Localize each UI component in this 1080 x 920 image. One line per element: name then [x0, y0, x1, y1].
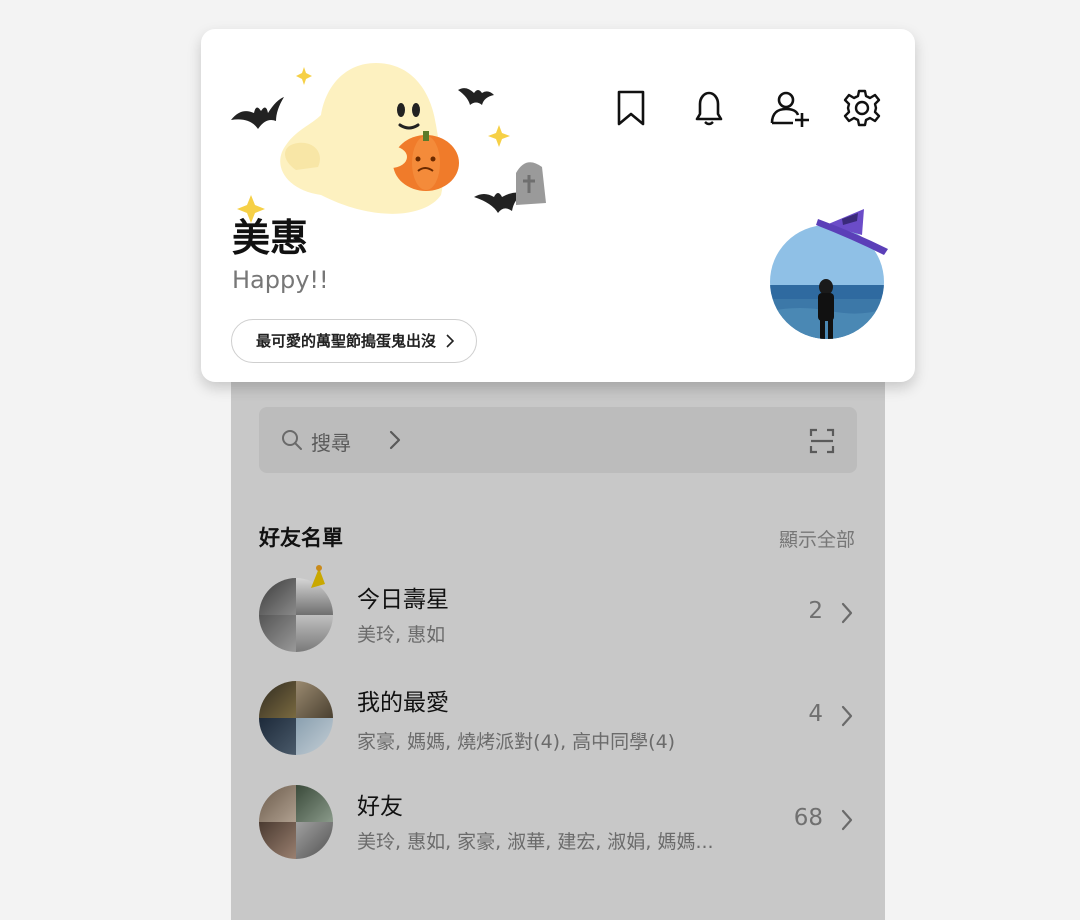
chevron-right-icon: [446, 334, 455, 348]
group-title: 我的最愛: [357, 690, 449, 716]
group-members: 美玲, 惠如: [357, 624, 446, 646]
group-count: 2: [808, 598, 823, 624]
search-label: 搜尋: [311, 431, 351, 455]
halloween-decoration: [231, 63, 546, 223]
party-hat-icon: [311, 565, 325, 588]
group-members: 美玲, 惠如, 家豪, 淑華, 建宏, 淑娟, 媽媽...: [357, 831, 714, 853]
chevron-right-icon: [841, 602, 853, 624]
chevron-right-icon: [389, 430, 401, 450]
bookmark-icon[interactable]: [615, 89, 647, 127]
bell-icon[interactable]: [692, 89, 726, 127]
friend-group-all[interactable]: 好友 美玲, 惠如, 家豪, 淑華, 建宏, 淑娟, 媽媽... 68: [259, 785, 857, 869]
group-avatar: [259, 785, 333, 859]
group-count: 4: [808, 701, 823, 727]
music-label: 最可愛的萬聖節搗蛋鬼出沒: [256, 332, 437, 350]
group-members: 家豪, 媽媽, 燒烤派對(4), 高中同學(4): [357, 731, 676, 753]
profile-name: 美惠: [232, 216, 309, 260]
status-message: Happy!!: [232, 266, 329, 294]
witch-hat-icon: [816, 209, 888, 255]
show-all-link[interactable]: 顯示全部: [779, 525, 855, 552]
qr-scan-icon[interactable]: [809, 428, 835, 454]
friend-group-birthday[interactable]: 今日壽星 美玲, 惠如 2: [259, 565, 857, 662]
chevron-right-icon: [841, 809, 853, 831]
friends-list-title: 好友名單: [259, 526, 343, 550]
friend-group-favorites[interactable]: 我的最愛 家豪, 媽媽, 燒烤派對(4), 高中同學(4) 4: [259, 681, 857, 765]
group-avatar: [259, 681, 333, 755]
chevron-right-icon: [841, 705, 853, 727]
group-count: 68: [793, 805, 823, 831]
profile-card[interactable]: 美惠 Happy!! 最可愛的萬聖節搗蛋鬼出沒: [201, 29, 915, 382]
group-title: 好友: [357, 794, 403, 820]
search-bar[interactable]: 搜尋: [259, 407, 857, 473]
gear-icon[interactable]: [843, 89, 881, 127]
search-icon: [282, 430, 302, 450]
profile-music-button[interactable]: 最可愛的萬聖節搗蛋鬼出沒: [231, 319, 478, 363]
add-friend-icon[interactable]: [769, 89, 811, 127]
group-title: 今日壽星: [357, 587, 449, 613]
home-screen: 搜尋 好友名單 顯示全部 今日壽星 美玲, 惠如 2 我的最愛 家豪, 媽媽, …: [231, 300, 885, 920]
